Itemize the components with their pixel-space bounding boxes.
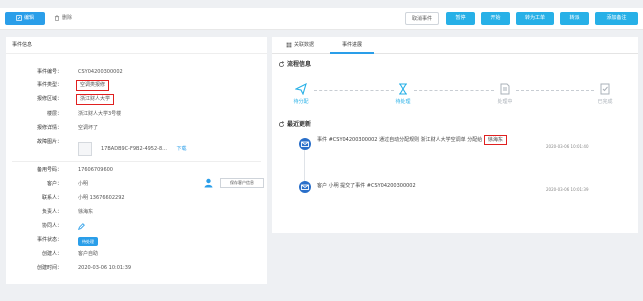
- delete-button[interactable]: 删除: [51, 12, 75, 25]
- start-button[interactable]: 开始: [481, 12, 510, 25]
- floor-value: 浙江财人大学3号楼: [78, 111, 122, 117]
- user-icon: [204, 178, 213, 188]
- field-label: 事件编号：: [36, 69, 62, 75]
- refresh-icon: [278, 121, 285, 128]
- step-processing: 处理中: [497, 99, 513, 105]
- tab-bar: 关联数据 事件进展: [272, 37, 638, 54]
- field-label: 楼层：: [46, 111, 62, 117]
- updates-section-title: 最近更新: [278, 119, 311, 128]
- send-icon: [295, 83, 307, 95]
- event-info-title: 事件信息: [6, 37, 267, 54]
- creator-value: 客户自助: [78, 251, 99, 257]
- step-completed: 已完成: [597, 99, 613, 105]
- field-label: 创建人：: [41, 251, 62, 257]
- area-value: 浙江财人大学: [76, 94, 115, 105]
- updates-title: 最近更新: [287, 121, 312, 128]
- flow-connector: [516, 90, 594, 91]
- update-text: 事件 #CSY04200300002 通过自动分配规则 浙江财人大学空调单 分配…: [317, 137, 483, 143]
- tab-related-label: 关联数据: [293, 42, 314, 48]
- flow-section-title: 流程信息: [278, 59, 311, 68]
- attachment-filename: 17BADB9C-F9B2-4952-8...: [101, 146, 167, 152]
- field-label: 报修区域：: [36, 96, 62, 102]
- event-type-value: 空调类报修: [76, 80, 110, 91]
- field-label: 事件状态：: [36, 237, 62, 243]
- edit-icon: [16, 14, 22, 21]
- event-id-value: CSY04200300002: [78, 69, 123, 75]
- owner-value: 徐海东: [78, 209, 94, 215]
- field-label: 创建时间：: [36, 265, 62, 271]
- add-note-button[interactable]: 添加备注: [595, 12, 638, 25]
- customer-value: 小明: [78, 181, 89, 187]
- hourglass-icon: [399, 83, 407, 95]
- flow-connector: [314, 90, 394, 91]
- edit-button[interactable]: 编辑: [5, 12, 45, 25]
- check-box-icon: [600, 83, 610, 95]
- event-info-panel: 事件信息 事件编号： CSY04200300002 事件类型： 空调类报修 报修…: [6, 37, 267, 284]
- field-label: 报修详情：: [36, 125, 62, 131]
- field-label: 负责人：: [41, 209, 62, 215]
- created-at-value: 2020-03-06 10:01:39: [78, 265, 132, 271]
- event-detail-panel: 关联数据 事件进展 流程信息 待分配 待处理 处理中 已完成 最近更新 事件 #…: [272, 37, 638, 233]
- update-time: 2020-03-06 10:01:40: [546, 144, 589, 149]
- grid-icon: [286, 42, 292, 47]
- flow-title: 流程信息: [287, 61, 312, 68]
- attachment-row: 17BADB9C-F9B2-4952-8... 下载: [101, 146, 187, 153]
- cancel-event-button[interactable]: 取消事件: [405, 12, 439, 25]
- field-label: 事件类型：: [36, 82, 62, 88]
- update-time: 2020-03-06 10:01:39: [546, 187, 589, 192]
- field-label: 协同人：: [41, 223, 62, 229]
- refresh-icon: [278, 61, 285, 68]
- field-label: 故障图片：: [36, 139, 62, 145]
- assignee-highlight: 徐海东: [483, 135, 507, 145]
- update-entry: 客户 小明 提交了事件 #CSY04200300002: [317, 183, 547, 190]
- trash-icon: [54, 14, 60, 21]
- field-label: 客户：: [46, 181, 62, 187]
- image-thumbnail[interactable]: [78, 142, 92, 156]
- tab-event-progress[interactable]: 事件进展: [330, 37, 374, 54]
- flow-connector: [414, 90, 494, 91]
- field-label: 联系人：: [41, 195, 62, 201]
- field-label: 备用号码：: [36, 167, 62, 173]
- envelope-icon: [299, 138, 311, 150]
- pause-button[interactable]: 暂停: [446, 12, 475, 25]
- backup-phone-value: 17606709600: [78, 167, 113, 173]
- edit-label: 编辑: [23, 15, 34, 21]
- step-pending-process: 待处理: [395, 99, 411, 105]
- detail-value: 空调坏了: [78, 125, 99, 131]
- document-icon: [500, 83, 510, 95]
- update-text: 客户 小明 提交了事件 #CSY04200300002: [317, 183, 416, 189]
- status-badge: 待处理: [78, 237, 98, 246]
- contact-value: 小明 13676602292: [78, 195, 125, 201]
- envelope-icon: [299, 181, 311, 193]
- convert-to-work-order-button[interactable]: 转为工单: [516, 12, 554, 25]
- divider: [12, 161, 261, 162]
- step-pending-assign: 待分配: [293, 99, 309, 105]
- tab-related-data[interactable]: 关联数据: [276, 37, 324, 54]
- edit-pencil-icon[interactable]: [78, 223, 85, 230]
- download-link[interactable]: 下载: [177, 146, 187, 152]
- transfer-button[interactable]: 转派: [560, 12, 589, 25]
- action-toolbar: 编辑 删除 取消事件 暂停 开始 转为工单 转派 添加备注: [0, 8, 643, 30]
- save-customer-button[interactable]: 保存客户信息: [220, 178, 264, 188]
- delete-label: 删除: [61, 15, 72, 21]
- update-entry: 事件 #CSY04200300002 通过自动分配规则 浙江财人大学空调单 分配…: [317, 135, 547, 145]
